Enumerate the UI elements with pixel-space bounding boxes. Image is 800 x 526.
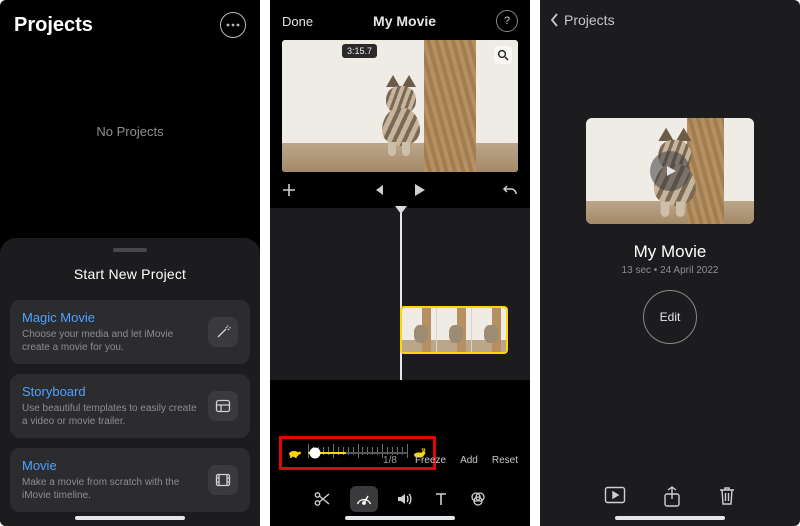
share-icon bbox=[663, 486, 681, 508]
sheet-grabber[interactable] bbox=[113, 248, 147, 252]
add-button[interactable]: Add bbox=[460, 455, 478, 466]
storyboard-icon bbox=[208, 391, 238, 421]
speed-value: 1/8 bbox=[383, 455, 397, 466]
home-indicator[interactable] bbox=[270, 516, 530, 520]
card-title: Magic Movie bbox=[22, 310, 200, 325]
card-title: Storyboard bbox=[22, 384, 200, 399]
prev-frame-button[interactable] bbox=[371, 183, 385, 197]
speaker-icon bbox=[396, 490, 414, 508]
more-button[interactable] bbox=[220, 12, 246, 38]
magic-movie-card[interactable]: Magic Movie Choose your media and let iM… bbox=[10, 300, 250, 364]
card-desc: Use beautiful templates to easily create… bbox=[22, 402, 200, 428]
movie-card[interactable]: Movie Make a movie from scratch with the… bbox=[10, 448, 250, 512]
text-icon bbox=[432, 490, 450, 508]
editor-screen: Done My Movie ? 3:15.7 bbox=[270, 0, 530, 526]
reset-button[interactable]: Reset bbox=[492, 455, 518, 466]
back-button[interactable]: Projects bbox=[540, 0, 800, 36]
speed-button[interactable] bbox=[350, 486, 378, 512]
project-title: My Movie bbox=[540, 242, 800, 262]
step-back-icon bbox=[371, 183, 385, 197]
project-subtitle: 13 sec • 24 April 2022 bbox=[540, 265, 800, 276]
sheet-title: Start New Project bbox=[10, 266, 250, 282]
undo-icon bbox=[502, 183, 518, 197]
home-indicator[interactable] bbox=[0, 516, 260, 520]
card-title: Movie bbox=[22, 458, 200, 473]
tortoise-icon bbox=[288, 447, 302, 459]
start-new-project-sheet: Start New Project Magic Movie Choose you… bbox=[0, 238, 260, 526]
projects-title: Projects bbox=[14, 14, 93, 37]
back-label: Projects bbox=[564, 12, 615, 28]
project-detail-screen: Projects My Movie 13 sec • 24 April 2022… bbox=[540, 0, 800, 526]
freeze-button[interactable]: Freeze bbox=[415, 455, 446, 466]
time-badge: 3:15.7 bbox=[342, 44, 377, 58]
home-indicator[interactable] bbox=[540, 516, 800, 520]
movie-title: My Movie bbox=[373, 13, 436, 29]
ellipsis-icon bbox=[226, 23, 240, 27]
projects-screen: Projects No Projects Start New Project M… bbox=[0, 0, 260, 526]
volume-button[interactable] bbox=[396, 490, 414, 508]
actions-button[interactable] bbox=[313, 490, 331, 508]
card-desc: Make a movie from scratch with the iMovi… bbox=[22, 476, 200, 502]
speedometer-icon bbox=[355, 490, 373, 508]
plus-icon bbox=[282, 183, 296, 197]
video-clip[interactable]: T bbox=[400, 306, 508, 354]
help-button[interactable]: ? bbox=[496, 10, 518, 32]
play-project-button[interactable] bbox=[604, 486, 626, 508]
playhead[interactable] bbox=[400, 208, 402, 380]
clip-toolbar bbox=[270, 486, 530, 512]
play-button[interactable] bbox=[411, 182, 427, 198]
filters-icon bbox=[469, 490, 487, 508]
zoom-button[interactable] bbox=[494, 46, 512, 64]
delete-button[interactable] bbox=[718, 486, 736, 508]
filters-button[interactable] bbox=[469, 490, 487, 508]
undo-button[interactable] bbox=[502, 183, 518, 197]
wand-icon bbox=[208, 317, 238, 347]
titles-button[interactable] bbox=[432, 490, 450, 508]
play-rect-icon bbox=[604, 486, 626, 504]
project-thumbnail[interactable] bbox=[586, 118, 754, 224]
film-icon bbox=[208, 465, 238, 495]
add-media-button[interactable] bbox=[282, 183, 296, 197]
magnifier-icon bbox=[497, 49, 509, 61]
play-icon bbox=[662, 163, 678, 179]
trash-icon bbox=[718, 486, 736, 506]
storyboard-card[interactable]: Storyboard Use beautiful templates to ea… bbox=[10, 374, 250, 438]
play-icon bbox=[411, 182, 427, 198]
video-preview[interactable]: 3:15.7 bbox=[282, 40, 518, 172]
share-button[interactable] bbox=[663, 486, 681, 508]
no-projects-label: No Projects bbox=[0, 46, 260, 216]
scissors-icon bbox=[313, 490, 331, 508]
edit-label: Edit bbox=[660, 310, 681, 324]
done-button[interactable]: Done bbox=[282, 14, 313, 29]
edit-button[interactable]: Edit bbox=[643, 290, 697, 344]
card-desc: Choose your media and let iMovie create … bbox=[22, 328, 200, 354]
chevron-left-icon bbox=[550, 13, 560, 27]
timeline[interactable]: T bbox=[270, 208, 530, 380]
